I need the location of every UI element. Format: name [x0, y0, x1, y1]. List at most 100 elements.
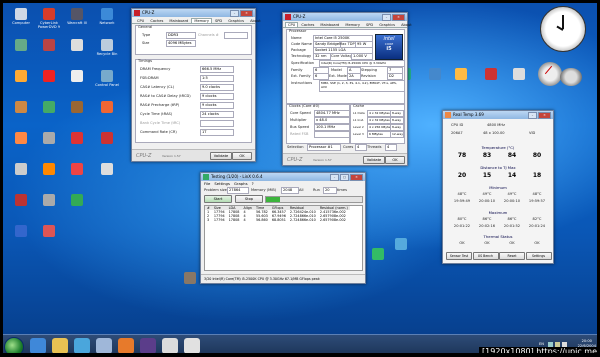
desktop-icon[interactable]	[6, 163, 36, 176]
desktop-icon[interactable]	[34, 194, 64, 207]
processor-label: Processor	[289, 29, 307, 33]
run-count-input[interactable]: 20	[323, 187, 337, 194]
desktop-icon[interactable]: Warcraft III	[62, 8, 92, 25]
problem-size-input[interactable]: 27864	[227, 187, 249, 194]
close-button[interactable]: ✕	[350, 174, 363, 181]
media-player-taskbar-icon[interactable]	[74, 338, 90, 354]
desktop-icon[interactable]	[476, 68, 506, 81]
desktop-icon[interactable]	[6, 132, 36, 145]
desktop-icon[interactable]	[6, 101, 36, 114]
linx-titlebar[interactable]: Testing (1/20) - LinX 0.6.4 – □ ✕	[201, 173, 365, 181]
realtemp-taskbar-icon[interactable]	[184, 338, 200, 354]
tab-caches[interactable]: Caches	[147, 18, 166, 23]
desktop-icon[interactable]	[92, 132, 122, 145]
realtemp-titlebar[interactable]: Real Temp 3.69 – ✕	[443, 111, 553, 119]
tab-cpu[interactable]: CPU	[285, 22, 299, 27]
memory-input[interactable]: 2048	[281, 187, 299, 194]
maximize-button[interactable]: □	[340, 174, 349, 181]
desktop-icon[interactable]: Recycle Bin	[92, 39, 122, 56]
desktop-icon[interactable]	[92, 163, 122, 176]
minimize-button[interactable]: –	[528, 112, 537, 119]
desktop-icon[interactable]	[62, 163, 92, 176]
reset-button[interactable]: Reset	[499, 252, 525, 260]
minimize-button[interactable]: –	[230, 10, 239, 17]
desktop-icon[interactable]	[62, 39, 92, 52]
desktop-icon[interactable]	[34, 132, 64, 145]
cpu-meter-gadget[interactable]	[538, 62, 586, 88]
all-label[interactable]: All	[299, 188, 303, 192]
intel-core-i5-badge: intel CORE i5	[375, 34, 403, 60]
desktop-icon[interactable]	[62, 101, 92, 114]
desktop-icon[interactable]	[62, 132, 92, 145]
taskbar-icon[interactable]	[96, 338, 112, 354]
desktop-icon[interactable]	[446, 68, 476, 81]
desktop-icon[interactable]	[6, 194, 36, 207]
desktop-icon[interactable]	[6, 39, 36, 52]
language-indicator[interactable]: EN	[539, 342, 544, 346]
desktop-icon[interactable]	[6, 70, 36, 83]
desktop-icon[interactable]	[62, 194, 92, 207]
desktop-icon-label: Warcraft III	[67, 21, 87, 25]
codename-label: Code Name	[291, 42, 312, 46]
ok-button[interactable]: OK	[385, 156, 405, 164]
tab-spd[interactable]: SPD	[212, 18, 225, 23]
linx-taskbar-icon[interactable]	[162, 338, 178, 354]
desktop-icon[interactable]	[34, 70, 64, 83]
app-icon	[71, 39, 83, 51]
desktop-icon[interactable]	[34, 225, 64, 238]
xs-bench-button[interactable]: XS Bench	[472, 252, 499, 260]
explorer-taskbar-icon[interactable]	[52, 338, 68, 354]
clock-gadget[interactable]	[540, 6, 586, 52]
table-cell: 17794	[213, 218, 225, 222]
cpuz-app-icon	[285, 14, 291, 20]
minimize-button[interactable]: –	[382, 14, 391, 21]
desktop-icon[interactable]: Control Panel	[92, 70, 122, 87]
sensor-test-button[interactable]: Sensor Test	[446, 252, 472, 260]
start-button[interactable]: Start	[204, 195, 232, 203]
desktop-icon[interactable]	[92, 101, 122, 114]
tab-cpu[interactable]: CPU	[134, 18, 147, 23]
minimize-button[interactable]: –	[330, 174, 339, 181]
tab-about[interactable]: About	[398, 22, 415, 27]
cpuz-taskbar-icon[interactable]	[140, 338, 156, 354]
internet-explorer-taskbar-icon[interactable]	[30, 338, 46, 354]
desktop-icon[interactable]: Computer	[6, 8, 36, 25]
tab-mainboard[interactable]: Mainboard	[317, 22, 342, 27]
desktop-icon[interactable]	[62, 70, 92, 83]
stop-button[interactable]: Stop	[235, 195, 263, 203]
tab-memory[interactable]: Memory	[191, 18, 212, 23]
firefox-taskbar-icon[interactable]	[118, 338, 134, 354]
cpuz-cpu-window: CPU-Z – ✕ CPU Caches Mainboard Memory SPD Grap…	[282, 12, 412, 166]
tab-graphics[interactable]: Graphics	[225, 18, 247, 23]
desktop-icon[interactable]	[6, 225, 36, 238]
app-icon	[71, 70, 83, 82]
validate-button[interactable]: Validate	[210, 152, 232, 160]
tab-about[interactable]: About	[247, 18, 264, 23]
desktop-icon[interactable]	[363, 248, 393, 261]
close-button[interactable]: ✕	[538, 112, 551, 119]
desktop-icon[interactable]: Network	[92, 8, 122, 25]
desktop-icon[interactable]	[34, 39, 64, 52]
distance-label: Distance to TJ Max	[480, 165, 516, 170]
ratedfsb-field	[314, 131, 350, 138]
tab-graphics[interactable]: Graphics	[376, 22, 398, 27]
tab-spd[interactable]: SPD	[363, 22, 376, 27]
tab-caches[interactable]: Caches	[298, 22, 317, 27]
close-button[interactable]: ✕	[240, 10, 253, 17]
cpuz-memory-titlebar[interactable]: CPU-Z – ✕	[132, 9, 255, 17]
selection-dropdown[interactable]: Processor #1	[307, 144, 341, 151]
desktop-icon[interactable]	[34, 101, 64, 114]
ok-button[interactable]: OK	[232, 152, 252, 160]
cpuz-cpu-titlebar[interactable]: CPU-Z – ✕	[283, 13, 407, 21]
tab-mainboard[interactable]: Mainboard	[166, 18, 191, 23]
name-label: Name	[291, 36, 302, 40]
settings-button[interactable]: Settings	[525, 252, 552, 260]
table-row[interactable]: 3 17794 17808 4 56.860 68.8051 2.724866e-010 2.…	[205, 218, 350, 222]
desktop-icon[interactable]	[34, 163, 64, 176]
desktop-icon[interactable]: CyberLink PowerDVD 9	[34, 8, 64, 29]
desktop-icon[interactable]	[504, 68, 534, 81]
start-button-orb[interactable]	[4, 337, 24, 357]
close-button[interactable]: ✕	[392, 14, 405, 21]
tab-memory[interactable]: Memory	[342, 22, 363, 27]
validate-button[interactable]: Validate	[363, 156, 385, 164]
